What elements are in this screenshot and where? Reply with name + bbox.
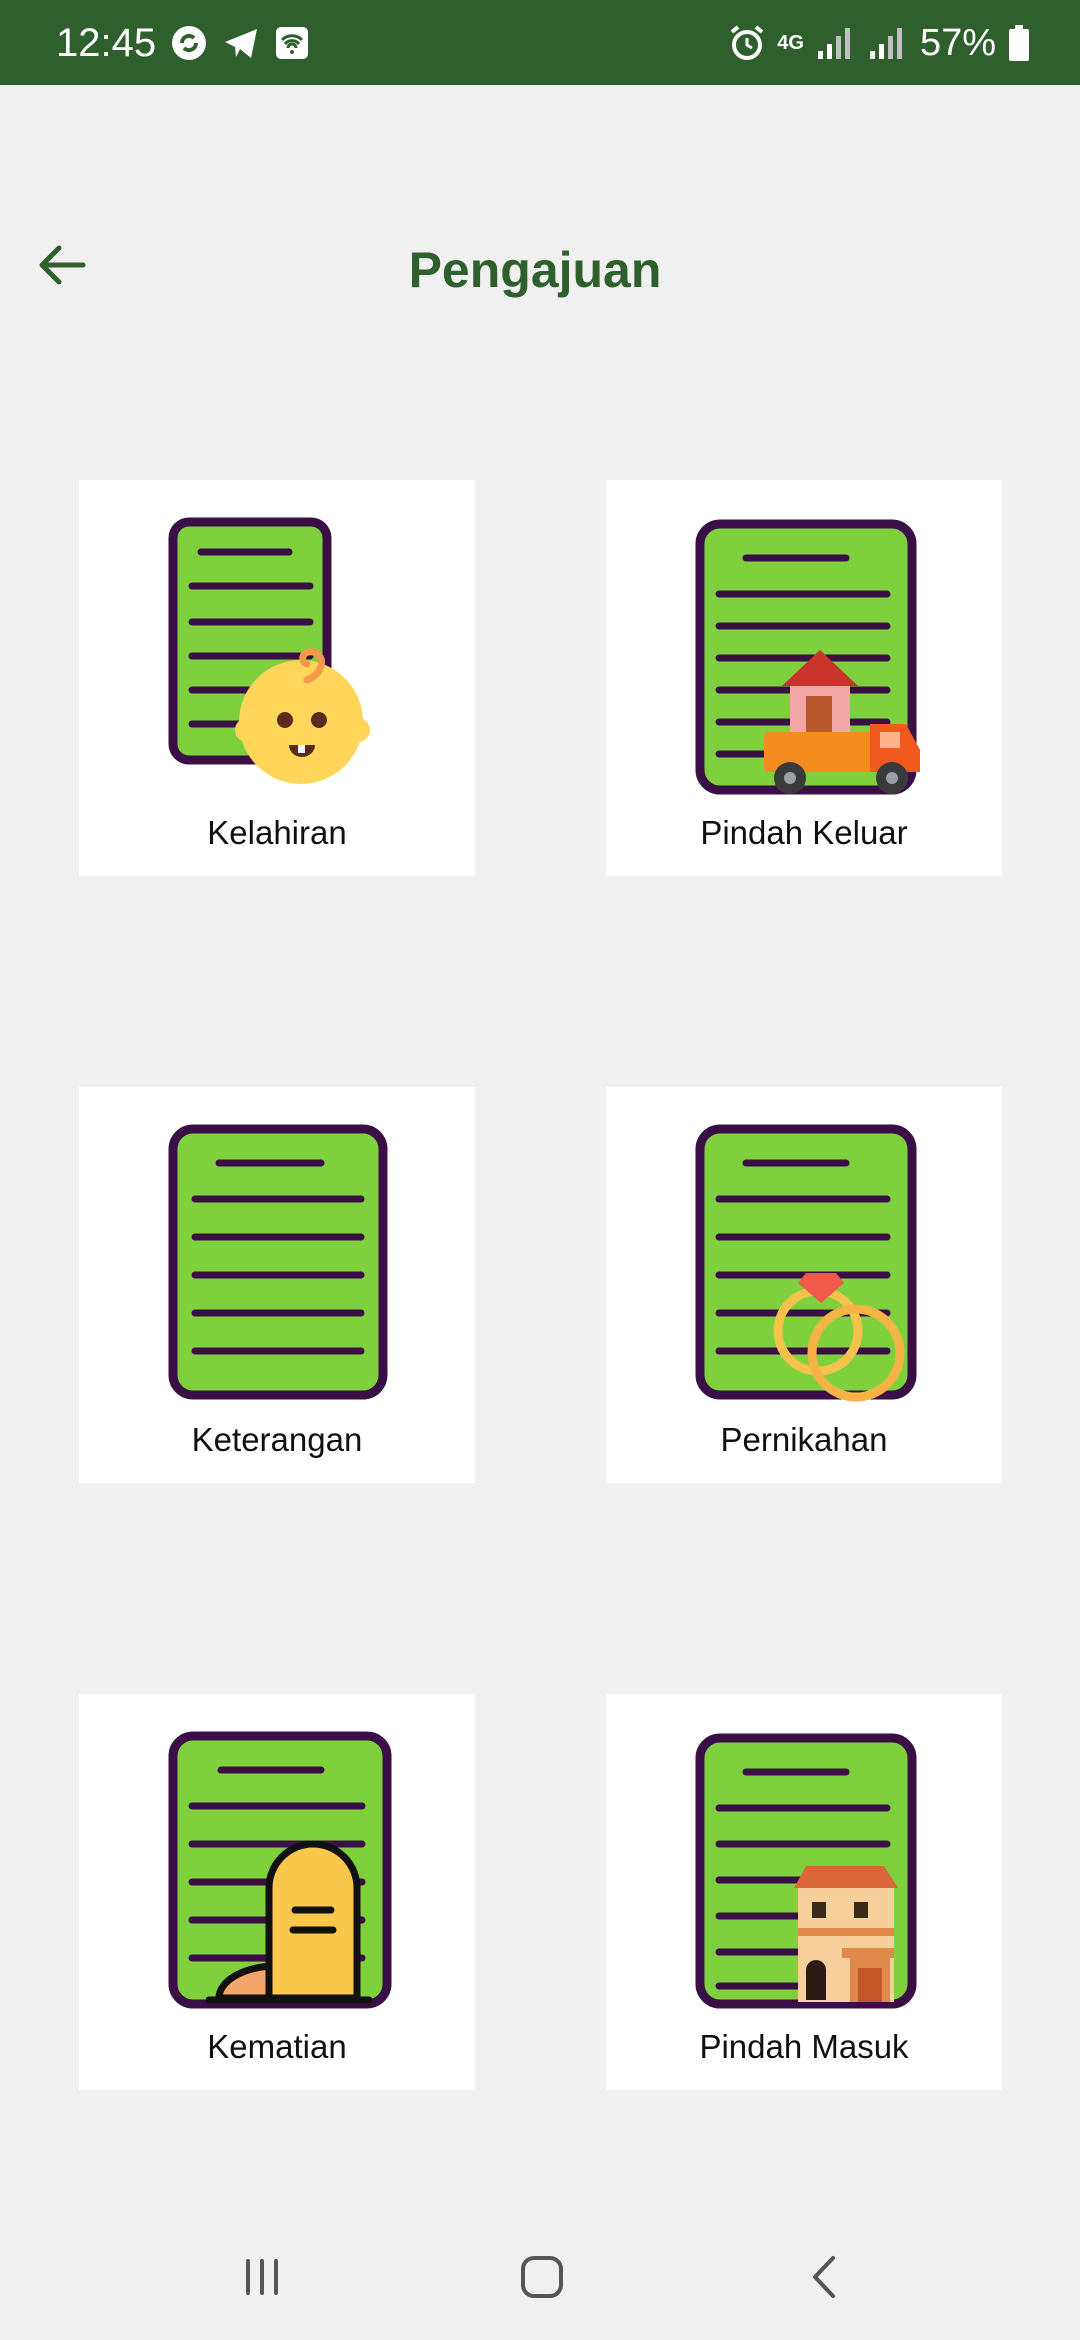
- battery-icon: [1009, 25, 1029, 61]
- alarm-icon: [730, 25, 764, 60]
- signal-icon: [817, 28, 850, 59]
- menu-card-pindah-keluar[interactable]: Pindah Keluar: [606, 480, 1002, 876]
- moving-truck-icon: [695, 519, 920, 795]
- tombstone-icon: [168, 1731, 392, 2009]
- status-left-icons: [170, 22, 310, 64]
- menu-label: Pindah Masuk: [699, 2028, 909, 2065]
- house-icon: [695, 1733, 917, 2009]
- status-bar: 12:45 4G 57%: [0, 0, 1080, 85]
- network-type: 4G: [777, 32, 804, 54]
- wedding-rings-icon: [695, 1124, 917, 1402]
- menu-label: Keterangan: [191, 1421, 363, 1458]
- menu-label: Pernikahan: [720, 1421, 888, 1458]
- home-button[interactable]: [492, 2244, 592, 2310]
- nav-back-button[interactable]: [774, 2244, 874, 2310]
- battery-percent: 57%: [919, 22, 996, 64]
- telegram-icon: [225, 29, 257, 58]
- back-icon: [813, 2256, 835, 2298]
- document-icon: [168, 1124, 388, 1400]
- baby-icon: [168, 517, 370, 784]
- menu-grid: Kelahiran Pindah Keluar Keterangan Perni…: [79, 480, 1002, 2090]
- menu-label: Kematian: [207, 2028, 347, 2065]
- recent-apps-button[interactable]: [212, 2244, 312, 2310]
- recent-apps-icon: [246, 2259, 278, 2295]
- menu-card-pernikahan[interactable]: Pernikahan: [606, 1087, 1002, 1483]
- page-title: Pengajuan: [408, 242, 662, 298]
- home-icon: [521, 2256, 563, 2298]
- wifi-icon: [276, 27, 308, 59]
- menu-card-keterangan[interactable]: Keterangan: [79, 1087, 475, 1483]
- menu-label: Kelahiran: [207, 814, 347, 851]
- sync-icon: [172, 26, 206, 60]
- menu-card-kematian[interactable]: Kematian: [79, 1694, 475, 2090]
- menu-card-pindah-masuk[interactable]: Pindah Masuk: [606, 1694, 1002, 2090]
- system-nav-bar: [0, 2214, 1080, 2340]
- status-time: 12:45: [56, 21, 157, 65]
- status-right-icons: 4G 57%: [729, 20, 1030, 66]
- signal-icon: [869, 28, 902, 59]
- menu-label: Pindah Keluar: [700, 814, 908, 851]
- menu-card-kelahiran[interactable]: Kelahiran: [79, 480, 475, 876]
